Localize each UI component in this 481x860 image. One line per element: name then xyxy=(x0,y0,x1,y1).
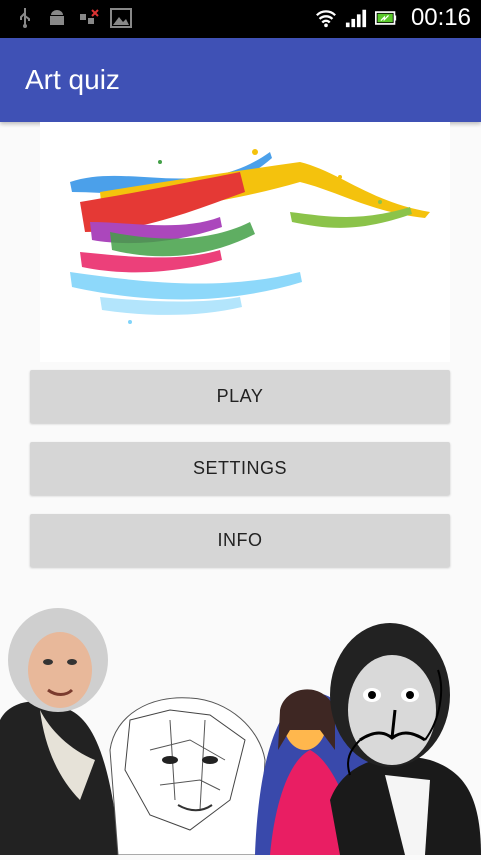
portrait-mustache-figure xyxy=(330,623,481,855)
notification-icons xyxy=(14,6,132,30)
usb-icon xyxy=(14,6,36,30)
app-bar: Art quiz xyxy=(0,38,481,122)
image-icon xyxy=(110,6,132,30)
app-title: Art quiz xyxy=(25,64,120,95)
wifi-icon xyxy=(315,6,337,30)
info-button[interactable]: INFO xyxy=(30,514,450,567)
status-bar: 00:16 xyxy=(0,0,481,38)
android-icon xyxy=(46,6,68,30)
clock: 00:16 xyxy=(410,4,471,31)
signal-off-icon xyxy=(78,6,100,30)
system-icons: 00:16 xyxy=(315,4,471,32)
play-button[interactable]: PLAY xyxy=(30,370,450,423)
paint-splash-image xyxy=(40,122,450,362)
cell-signal-icon xyxy=(345,6,367,30)
portrait-low-poly xyxy=(109,697,266,856)
portrait-wig-figure xyxy=(0,608,120,855)
battery-icon xyxy=(374,6,397,30)
settings-button[interactable]: SETTINGS xyxy=(30,442,450,495)
artist-portraits-collage xyxy=(0,600,481,856)
